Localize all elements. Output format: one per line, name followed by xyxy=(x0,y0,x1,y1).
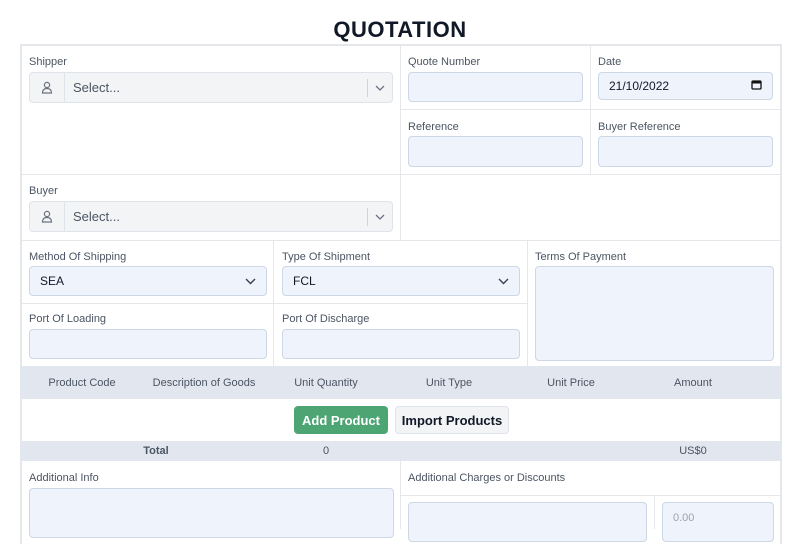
add-product-button[interactable]: Add Product xyxy=(294,406,388,434)
divider xyxy=(400,495,781,496)
terms-of-payment-label: Terms Of Payment xyxy=(535,251,627,263)
reference-label: Reference xyxy=(408,121,459,133)
buyer-label: Buyer xyxy=(29,185,58,197)
port-of-discharge-input[interactable] xyxy=(282,329,520,359)
additional-info-label: Additional Info xyxy=(29,472,99,484)
column-unit-price: Unit Price xyxy=(547,377,595,389)
shipper-label: Shipper xyxy=(29,56,67,68)
divider xyxy=(400,44,401,240)
chevron-down-icon[interactable] xyxy=(368,214,392,220)
column-unit-type: Unit Type xyxy=(425,377,473,389)
charge-amount-input[interactable]: 0.00 xyxy=(662,502,774,542)
chevron-down-icon xyxy=(245,274,256,288)
divider xyxy=(654,495,655,529)
method-of-shipping-select[interactable]: SEA xyxy=(29,266,267,296)
type-of-shipment-select[interactable]: FCL xyxy=(282,266,520,296)
divider xyxy=(527,240,528,366)
port-of-loading-input[interactable] xyxy=(29,329,267,359)
date-label: Date xyxy=(598,56,622,68)
import-products-button[interactable]: Import Products xyxy=(395,406,509,434)
method-of-shipping-label: Method Of Shipping xyxy=(29,251,127,263)
terms-of-payment-textarea[interactable] xyxy=(535,266,774,361)
buyer-reference-label: Buyer Reference xyxy=(598,121,681,133)
column-amount: Amount xyxy=(674,377,712,389)
divider xyxy=(20,240,781,241)
page-title: QUOTATION xyxy=(333,17,467,42)
user-icon xyxy=(30,202,65,231)
shipper-select[interactable]: Select... xyxy=(29,72,393,103)
date-value: 21/10/2022 xyxy=(609,79,670,93)
total-quantity: 0 xyxy=(322,445,330,457)
chevron-down-icon[interactable] xyxy=(368,85,392,91)
buyer-reference-input[interactable] xyxy=(598,136,773,167)
port-of-loading-label: Port Of Loading xyxy=(29,313,107,325)
reference-input[interactable] xyxy=(408,136,583,167)
chevron-down-icon xyxy=(498,274,509,288)
calendar-icon[interactable] xyxy=(751,79,762,93)
shipper-placeholder: Select... xyxy=(73,80,120,95)
column-product-code: Product Code xyxy=(48,377,116,389)
type-of-shipment-label: Type Of Shipment xyxy=(282,251,371,263)
additional-charges-label: Additional Charges or Discounts xyxy=(408,472,566,484)
date-input[interactable]: 21/10/2022 xyxy=(598,72,773,100)
total-label: Total xyxy=(143,445,169,457)
charge-description-input[interactable] xyxy=(408,502,647,542)
total-amount: US$0 xyxy=(679,445,707,457)
port-of-discharge-label: Port Of Discharge xyxy=(282,313,370,325)
divider xyxy=(20,174,781,175)
type-of-shipment-value: FCL xyxy=(293,274,316,288)
additional-info-textarea[interactable] xyxy=(29,488,394,538)
buyer-select[interactable]: Select... xyxy=(29,201,393,232)
divider xyxy=(400,109,781,110)
divider xyxy=(20,303,527,304)
column-unit-quantity: Unit Quantity xyxy=(294,377,358,389)
quote-number-input[interactable] xyxy=(408,72,583,102)
quote-number-label: Quote Number xyxy=(408,56,481,68)
buyer-placeholder: Select... xyxy=(73,209,120,224)
method-of-shipping-value: SEA xyxy=(40,274,65,288)
user-icon xyxy=(30,73,65,102)
column-description: Description of Goods xyxy=(152,377,256,389)
